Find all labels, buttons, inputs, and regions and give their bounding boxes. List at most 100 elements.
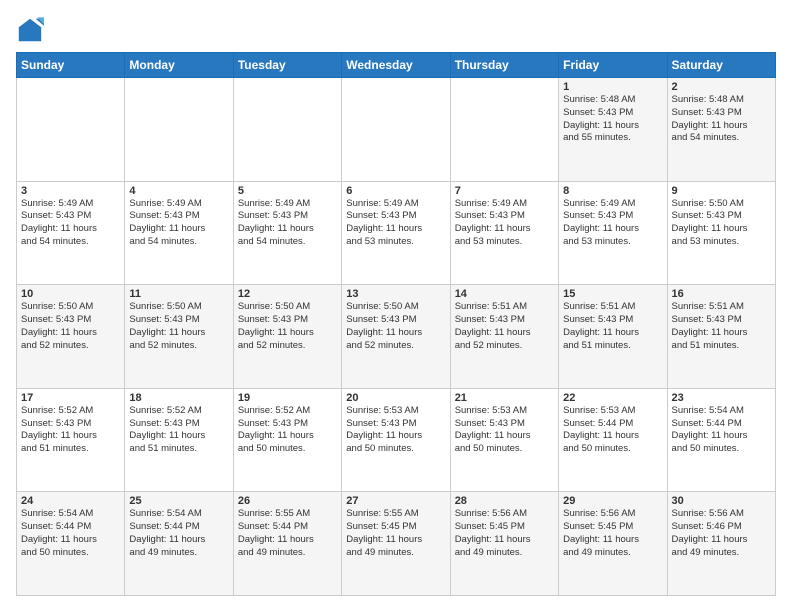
day-info: Sunrise: 5:53 AM Sunset: 5:43 PM Dayligh… xyxy=(455,405,554,456)
weekday-header-tuesday: Tuesday xyxy=(233,53,341,78)
calendar-cell: 22Sunrise: 5:53 AM Sunset: 5:44 PM Dayli… xyxy=(559,388,667,492)
day-number: 26 xyxy=(238,495,337,507)
day-info: Sunrise: 5:50 AM Sunset: 5:43 PM Dayligh… xyxy=(346,301,445,352)
day-number: 21 xyxy=(455,392,554,404)
day-info: Sunrise: 5:52 AM Sunset: 5:43 PM Dayligh… xyxy=(21,405,120,456)
day-info: Sunrise: 5:54 AM Sunset: 5:44 PM Dayligh… xyxy=(672,405,771,456)
day-info: Sunrise: 5:55 AM Sunset: 5:44 PM Dayligh… xyxy=(238,508,337,559)
day-number: 3 xyxy=(21,185,120,197)
calendar-cell: 25Sunrise: 5:54 AM Sunset: 5:44 PM Dayli… xyxy=(125,492,233,596)
calendar-cell xyxy=(342,78,450,182)
day-info: Sunrise: 5:54 AM Sunset: 5:44 PM Dayligh… xyxy=(21,508,120,559)
day-number: 24 xyxy=(21,495,120,507)
day-info: Sunrise: 5:48 AM Sunset: 5:43 PM Dayligh… xyxy=(672,94,771,145)
day-number: 12 xyxy=(238,288,337,300)
day-info: Sunrise: 5:53 AM Sunset: 5:44 PM Dayligh… xyxy=(563,405,662,456)
day-info: Sunrise: 5:49 AM Sunset: 5:43 PM Dayligh… xyxy=(238,198,337,249)
calendar-cell: 7Sunrise: 5:49 AM Sunset: 5:43 PM Daylig… xyxy=(450,181,558,285)
day-info: Sunrise: 5:48 AM Sunset: 5:43 PM Dayligh… xyxy=(563,94,662,145)
day-number: 22 xyxy=(563,392,662,404)
calendar-cell: 10Sunrise: 5:50 AM Sunset: 5:43 PM Dayli… xyxy=(17,285,125,389)
week-row-5: 24Sunrise: 5:54 AM Sunset: 5:44 PM Dayli… xyxy=(17,492,776,596)
calendar-cell: 1Sunrise: 5:48 AM Sunset: 5:43 PM Daylig… xyxy=(559,78,667,182)
day-number: 5 xyxy=(238,185,337,197)
day-number: 17 xyxy=(21,392,120,404)
day-number: 14 xyxy=(455,288,554,300)
day-number: 1 xyxy=(563,81,662,93)
weekday-header-wednesday: Wednesday xyxy=(342,53,450,78)
day-number: 30 xyxy=(672,495,771,507)
day-info: Sunrise: 5:56 AM Sunset: 5:45 PM Dayligh… xyxy=(563,508,662,559)
day-number: 6 xyxy=(346,185,445,197)
day-info: Sunrise: 5:53 AM Sunset: 5:43 PM Dayligh… xyxy=(346,405,445,456)
calendar-cell: 8Sunrise: 5:49 AM Sunset: 5:43 PM Daylig… xyxy=(559,181,667,285)
day-info: Sunrise: 5:56 AM Sunset: 5:45 PM Dayligh… xyxy=(455,508,554,559)
day-number: 13 xyxy=(346,288,445,300)
calendar-cell: 26Sunrise: 5:55 AM Sunset: 5:44 PM Dayli… xyxy=(233,492,341,596)
calendar-cell xyxy=(233,78,341,182)
day-info: Sunrise: 5:54 AM Sunset: 5:44 PM Dayligh… xyxy=(129,508,228,559)
calendar-cell: 18Sunrise: 5:52 AM Sunset: 5:43 PM Dayli… xyxy=(125,388,233,492)
day-info: Sunrise: 5:55 AM Sunset: 5:45 PM Dayligh… xyxy=(346,508,445,559)
calendar-cell: 23Sunrise: 5:54 AM Sunset: 5:44 PM Dayli… xyxy=(667,388,775,492)
day-info: Sunrise: 5:52 AM Sunset: 5:43 PM Dayligh… xyxy=(129,405,228,456)
day-info: Sunrise: 5:49 AM Sunset: 5:43 PM Dayligh… xyxy=(21,198,120,249)
calendar-cell: 4Sunrise: 5:49 AM Sunset: 5:43 PM Daylig… xyxy=(125,181,233,285)
weekday-header-friday: Friday xyxy=(559,53,667,78)
week-row-3: 10Sunrise: 5:50 AM Sunset: 5:43 PM Dayli… xyxy=(17,285,776,389)
day-info: Sunrise: 5:49 AM Sunset: 5:43 PM Dayligh… xyxy=(455,198,554,249)
page: SundayMondayTuesdayWednesdayThursdayFrid… xyxy=(0,0,792,612)
day-info: Sunrise: 5:50 AM Sunset: 5:43 PM Dayligh… xyxy=(238,301,337,352)
day-number: 28 xyxy=(455,495,554,507)
calendar-cell: 3Sunrise: 5:49 AM Sunset: 5:43 PM Daylig… xyxy=(17,181,125,285)
day-info: Sunrise: 5:49 AM Sunset: 5:43 PM Dayligh… xyxy=(129,198,228,249)
calendar-cell: 30Sunrise: 5:56 AM Sunset: 5:46 PM Dayli… xyxy=(667,492,775,596)
header xyxy=(16,16,776,44)
day-number: 23 xyxy=(672,392,771,404)
day-info: Sunrise: 5:51 AM Sunset: 5:43 PM Dayligh… xyxy=(672,301,771,352)
day-number: 27 xyxy=(346,495,445,507)
weekday-header-thursday: Thursday xyxy=(450,53,558,78)
calendar-cell: 15Sunrise: 5:51 AM Sunset: 5:43 PM Dayli… xyxy=(559,285,667,389)
calendar-cell: 27Sunrise: 5:55 AM Sunset: 5:45 PM Dayli… xyxy=(342,492,450,596)
week-row-2: 3Sunrise: 5:49 AM Sunset: 5:43 PM Daylig… xyxy=(17,181,776,285)
day-info: Sunrise: 5:50 AM Sunset: 5:43 PM Dayligh… xyxy=(21,301,120,352)
day-number: 2 xyxy=(672,81,771,93)
calendar-cell xyxy=(450,78,558,182)
day-number: 25 xyxy=(129,495,228,507)
day-number: 11 xyxy=(129,288,228,300)
day-info: Sunrise: 5:51 AM Sunset: 5:43 PM Dayligh… xyxy=(455,301,554,352)
day-number: 18 xyxy=(129,392,228,404)
calendar-table: SundayMondayTuesdayWednesdayThursdayFrid… xyxy=(16,52,776,596)
weekday-header-saturday: Saturday xyxy=(667,53,775,78)
calendar-cell: 11Sunrise: 5:50 AM Sunset: 5:43 PM Dayli… xyxy=(125,285,233,389)
calendar-cell: 13Sunrise: 5:50 AM Sunset: 5:43 PM Dayli… xyxy=(342,285,450,389)
weekday-header-monday: Monday xyxy=(125,53,233,78)
day-number: 19 xyxy=(238,392,337,404)
day-number: 20 xyxy=(346,392,445,404)
day-info: Sunrise: 5:49 AM Sunset: 5:43 PM Dayligh… xyxy=(563,198,662,249)
weekday-header-row: SundayMondayTuesdayWednesdayThursdayFrid… xyxy=(17,53,776,78)
calendar-cell: 21Sunrise: 5:53 AM Sunset: 5:43 PM Dayli… xyxy=(450,388,558,492)
calendar-cell: 2Sunrise: 5:48 AM Sunset: 5:43 PM Daylig… xyxy=(667,78,775,182)
day-info: Sunrise: 5:50 AM Sunset: 5:43 PM Dayligh… xyxy=(129,301,228,352)
calendar-cell xyxy=(17,78,125,182)
day-number: 4 xyxy=(129,185,228,197)
calendar-cell: 12Sunrise: 5:50 AM Sunset: 5:43 PM Dayli… xyxy=(233,285,341,389)
day-info: Sunrise: 5:50 AM Sunset: 5:43 PM Dayligh… xyxy=(672,198,771,249)
calendar-cell: 6Sunrise: 5:49 AM Sunset: 5:43 PM Daylig… xyxy=(342,181,450,285)
calendar-cell: 20Sunrise: 5:53 AM Sunset: 5:43 PM Dayli… xyxy=(342,388,450,492)
calendar-cell: 14Sunrise: 5:51 AM Sunset: 5:43 PM Dayli… xyxy=(450,285,558,389)
day-number: 9 xyxy=(672,185,771,197)
calendar-cell: 19Sunrise: 5:52 AM Sunset: 5:43 PM Dayli… xyxy=(233,388,341,492)
day-number: 16 xyxy=(672,288,771,300)
logo xyxy=(16,16,48,44)
week-row-1: 1Sunrise: 5:48 AM Sunset: 5:43 PM Daylig… xyxy=(17,78,776,182)
weekday-header-sunday: Sunday xyxy=(17,53,125,78)
day-number: 29 xyxy=(563,495,662,507)
calendar-cell: 24Sunrise: 5:54 AM Sunset: 5:44 PM Dayli… xyxy=(17,492,125,596)
calendar-cell: 5Sunrise: 5:49 AM Sunset: 5:43 PM Daylig… xyxy=(233,181,341,285)
day-number: 10 xyxy=(21,288,120,300)
week-row-4: 17Sunrise: 5:52 AM Sunset: 5:43 PM Dayli… xyxy=(17,388,776,492)
calendar-cell xyxy=(125,78,233,182)
